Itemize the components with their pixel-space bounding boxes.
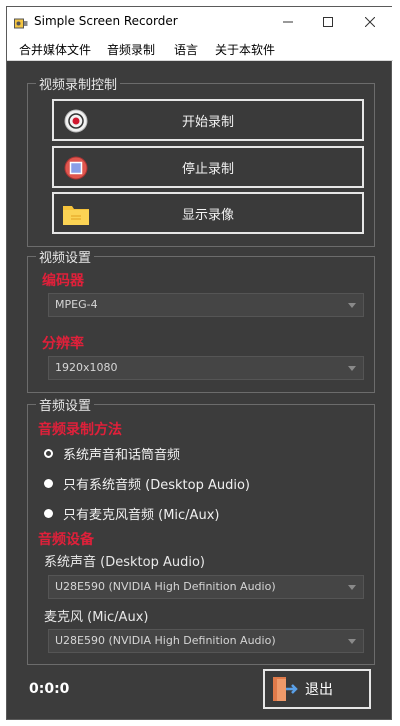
mic-select[interactable]: U28E590 (NVIDIA High Definition Audio): [48, 629, 364, 653]
resolution-select[interactable]: 1920x1080: [48, 356, 364, 380]
radio-unselected-icon: [44, 509, 53, 518]
radio-unselected-icon: [44, 479, 53, 488]
system-sound-label: 系统声音 (Desktop Audio): [44, 555, 205, 570]
chevron-down-icon: [348, 639, 356, 644]
radio-system-and-mic[interactable]: 系统声音和话筒音频: [44, 444, 180, 463]
audio-settings-group: 音频设置 音频录制方法 系统声音和话筒音频 只有系统音频 (Desktop Au…: [27, 395, 375, 665]
chevron-down-icon: [348, 366, 356, 371]
record-icon: [64, 109, 88, 133]
recorder-app-icon: [14, 18, 28, 29]
mic-label: 麦克风 (Mic/Aux): [44, 610, 149, 625]
stop-record-label: 停止录制: [181, 161, 234, 177]
menu-language[interactable]: 语言: [174, 41, 198, 58]
audio-settings-title: 音频设置: [36, 395, 95, 414]
menu-audio-record[interactable]: 音频录制: [107, 41, 155, 58]
exit-button[interactable]: 退出: [263, 669, 371, 709]
stop-record-button[interactable]: 停止录制: [52, 146, 364, 188]
encoder-label: 编码器: [42, 273, 84, 289]
record-timer: 0:0:0: [29, 681, 70, 697]
close-button[interactable]: [351, 10, 389, 34]
show-recording-button[interactable]: 显示录像: [52, 192, 364, 234]
chevron-down-icon: [348, 303, 356, 308]
video-control-group: 视频录制控制 开始录制 停止录制 显示录像: [27, 74, 375, 247]
chevron-down-icon: [348, 585, 356, 590]
app-window: Simple Screen Recorder 合并媒体文件 音频录制 语言 关于…: [6, 6, 393, 720]
encoder-select[interactable]: MPEG-4: [48, 293, 364, 317]
encoder-value: MPEG-4: [55, 298, 98, 311]
radio-system-only[interactable]: 只有系统音频 (Desktop Audio): [44, 474, 250, 493]
minimize-icon: [283, 21, 293, 23]
exit-label: 退出: [305, 682, 333, 698]
video-control-title: 视频录制控制: [36, 74, 121, 93]
resolution-value: 1920x1080: [55, 361, 118, 374]
mic-value: U28E590 (NVIDIA High Definition Audio): [55, 634, 276, 647]
menu-merge-media[interactable]: 合并媒体文件: [19, 41, 91, 58]
radio-mic-only[interactable]: 只有麦克风音频 (Mic/Aux): [44, 504, 219, 523]
exit-door-icon: [273, 677, 298, 701]
video-settings-group: 视频设置 编码器 MPEG-4 分辨率 1920x1080: [27, 247, 375, 393]
resolution-label: 分辨率: [42, 336, 84, 352]
menu-bar: 合并媒体文件 音频录制 语言 关于本软件: [7, 37, 393, 61]
radio-system-and-mic-label: 系统声音和话筒音频: [63, 448, 181, 463]
maximize-button[interactable]: [309, 10, 347, 34]
system-sound-value: U28E590 (NVIDIA High Definition Audio): [55, 580, 276, 593]
minimize-button[interactable]: [269, 10, 307, 34]
audio-method-label: 音频录制方法: [38, 422, 122, 438]
close-icon: [365, 17, 375, 27]
maximize-icon: [323, 17, 333, 27]
window-title: Simple Screen Recorder: [34, 14, 178, 28]
start-record-label: 开始录制: [181, 114, 234, 130]
video-settings-title: 视频设置: [36, 247, 95, 266]
folder-icon: [63, 206, 89, 225]
radio-selected-icon: [44, 449, 53, 458]
menu-about[interactable]: 关于本软件: [215, 41, 275, 58]
stop-icon: [64, 156, 88, 180]
system-sound-select[interactable]: U28E590 (NVIDIA High Definition Audio): [48, 575, 364, 599]
show-recording-label: 显示录像: [181, 207, 234, 223]
audio-device-label: 音频设备: [38, 532, 94, 548]
title-bar[interactable]: Simple Screen Recorder: [7, 7, 393, 37]
radio-mic-only-label: 只有麦克风音频 (Mic/Aux): [63, 508, 220, 523]
start-record-button[interactable]: 开始录制: [52, 99, 364, 141]
radio-system-only-label: 只有系统音频 (Desktop Audio): [63, 478, 250, 493]
